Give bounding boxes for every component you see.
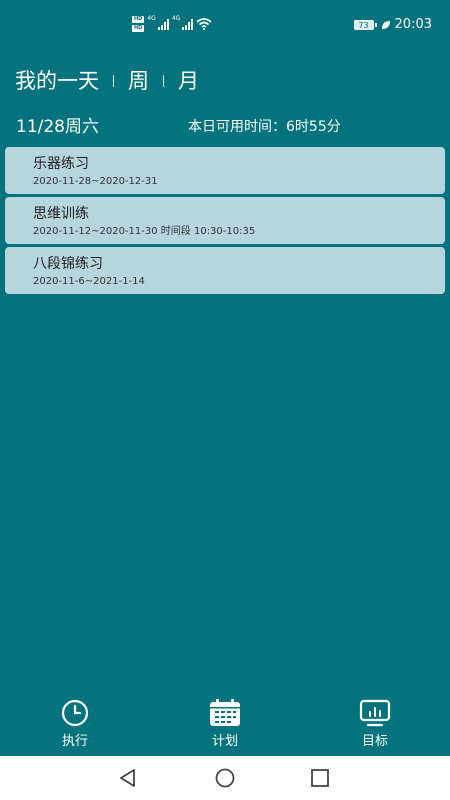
status-bar: HD HD 4G 4G 73 20:03	[0, 0, 450, 52]
hd-badges: HD HD	[132, 16, 145, 32]
signal-icon	[157, 18, 169, 30]
view-tabs: 我的一天 周 月	[15, 66, 199, 96]
hd-badge: HD	[132, 25, 145, 32]
task-card[interactable]: 八段锦练习 2020-11-6~2021-1-14	[5, 247, 445, 294]
battery-icon: 73	[353, 19, 377, 30]
tab-my-day[interactable]: 我的一天	[15, 66, 99, 96]
bottom-nav: 执行 计划 目标	[0, 695, 450, 755]
current-date: 11/28周六	[16, 117, 99, 137]
signal-icon	[182, 18, 194, 30]
wifi-icon	[196, 18, 212, 30]
network-type: 4G	[147, 15, 156, 22]
tab-week[interactable]: 周	[128, 66, 149, 96]
monitor-icon	[359, 699, 391, 727]
status-right: 73 20:03	[353, 17, 432, 32]
task-title: 八段锦练习	[33, 256, 103, 272]
battery-level: 73	[353, 19, 374, 30]
nav-plan[interactable]: 计划	[185, 695, 265, 751]
nav-label: 目标	[361, 734, 388, 749]
tab-divider	[113, 75, 114, 87]
nav-label: 执行	[61, 734, 88, 749]
nav-execute[interactable]: 执行	[35, 695, 115, 751]
available-time: 本日可用时间：6时55分	[188, 119, 341, 135]
tab-divider	[163, 75, 164, 87]
task-date-range: 2020-11-6~2021-1-14	[33, 276, 145, 287]
leaf-icon	[381, 20, 390, 29]
task-title: 乐器练习	[33, 156, 89, 172]
nav-label: 计划	[211, 734, 238, 749]
calendar-icon	[210, 699, 240, 726]
task-card[interactable]: 乐器练习 2020-11-28~2020-12-31	[5, 147, 445, 194]
hd-badge: HD	[132, 16, 145, 23]
clock-time: 20:03	[394, 17, 432, 32]
date-row: 11/28周六 本日可用时间：6时55分	[16, 114, 434, 140]
task-date-range: 2020-11-12~2020-11-30 时间段 10:30-10:35	[33, 226, 256, 237]
clock-icon	[61, 699, 89, 727]
task-list: 乐器练习 2020-11-28~2020-12-31 思维训练 2020-11-…	[5, 147, 445, 297]
home-icon[interactable]	[213, 766, 237, 790]
signal-indicators: HD HD 4G 4G	[132, 16, 212, 32]
task-date-range: 2020-11-28~2020-12-31	[33, 176, 158, 187]
tab-month[interactable]: 月	[178, 66, 199, 96]
task-card[interactable]: 思维训练 2020-11-12~2020-11-30 时间段 10:30-10:…	[5, 197, 445, 244]
network-type: 4G	[171, 15, 181, 22]
back-icon[interactable]	[116, 766, 140, 790]
recents-icon[interactable]	[308, 766, 332, 790]
nav-goal[interactable]: 目标	[335, 695, 415, 751]
system-nav-bar	[0, 756, 450, 800]
task-title: 思维训练	[33, 206, 89, 222]
